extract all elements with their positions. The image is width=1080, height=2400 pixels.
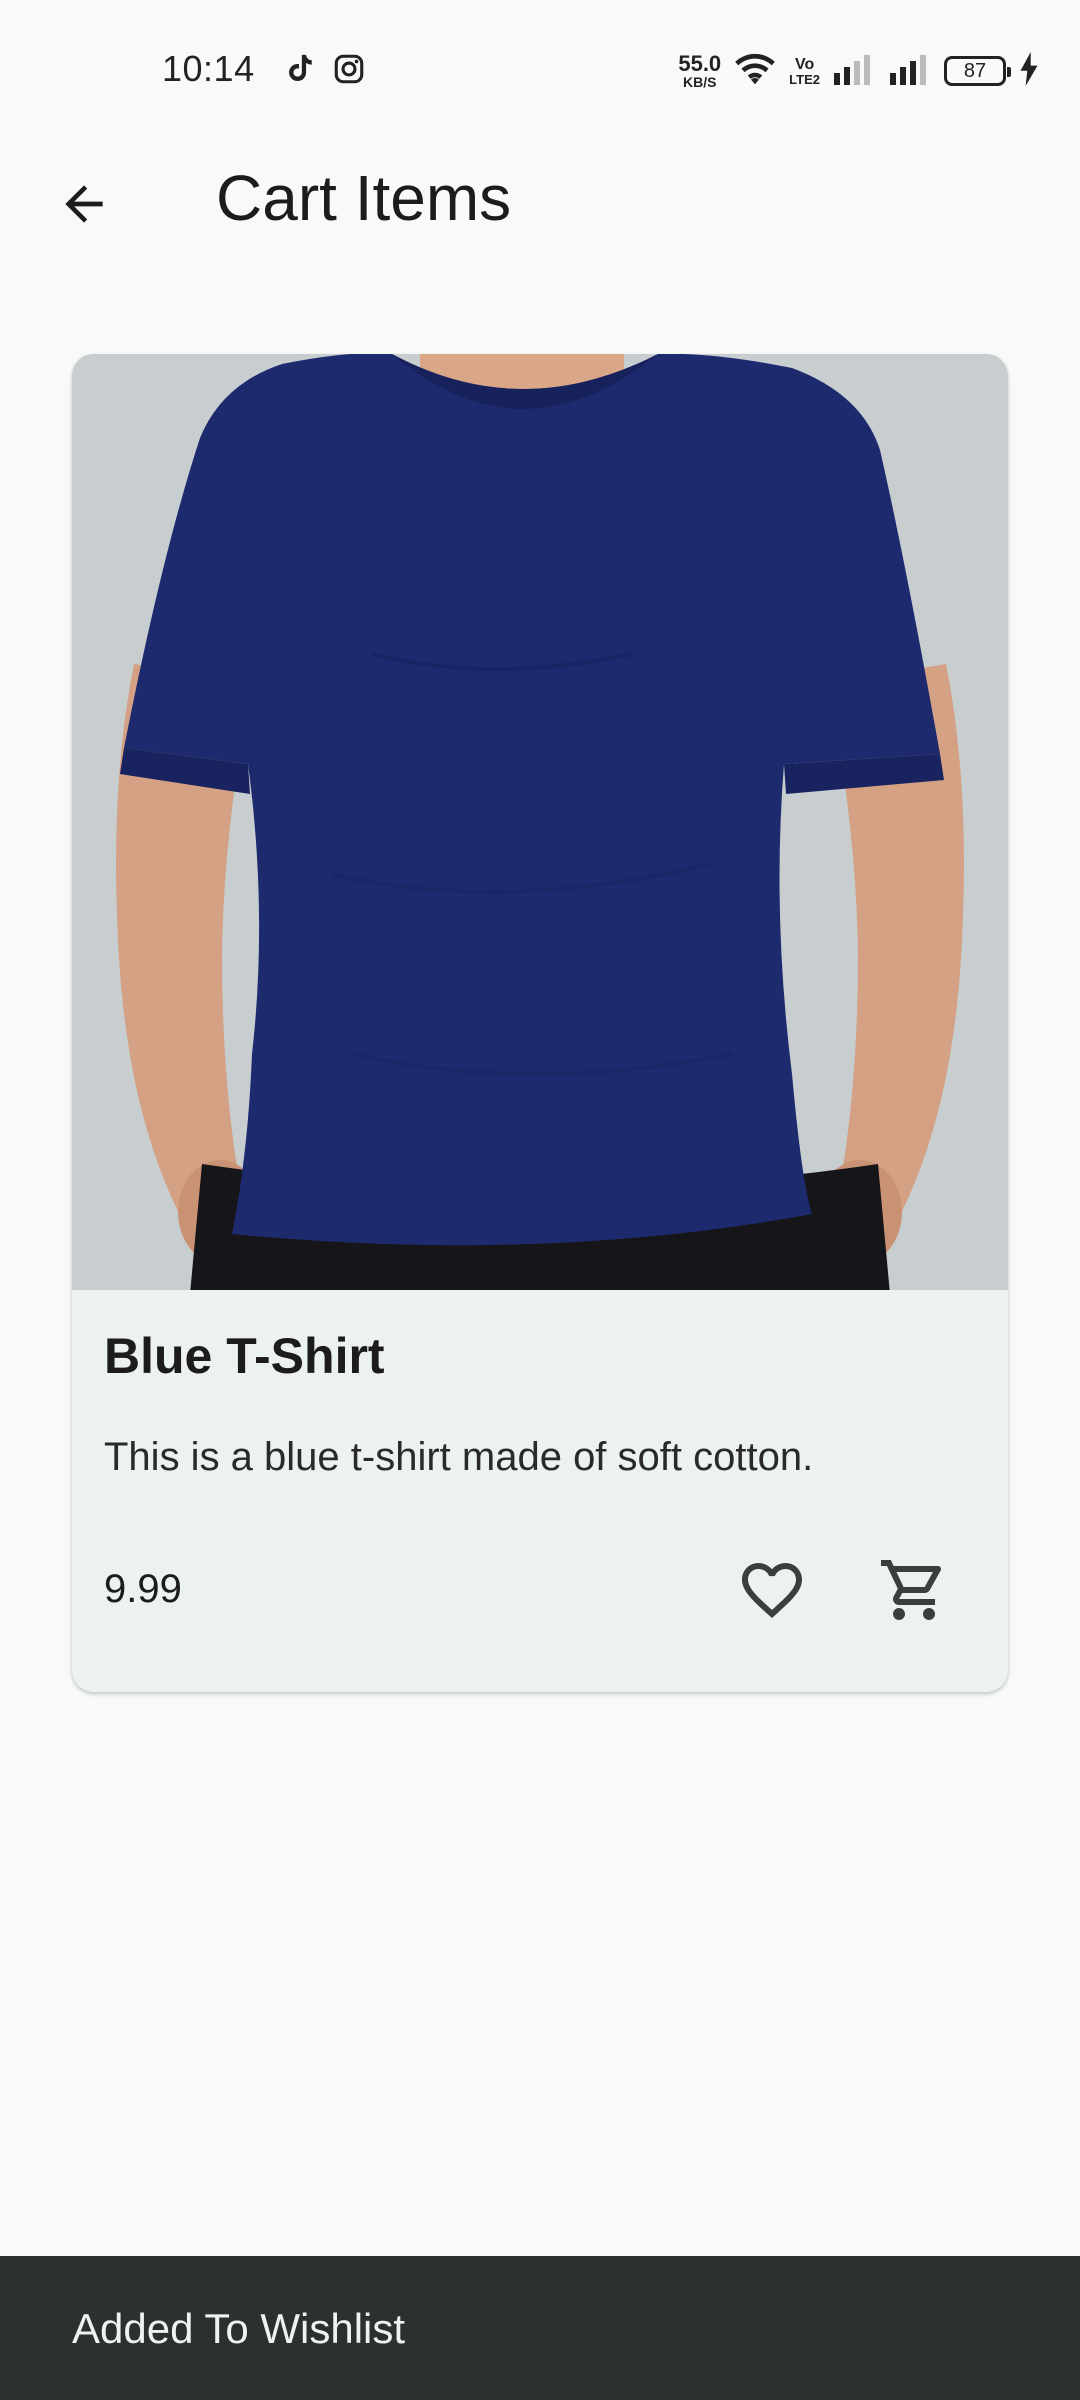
product-card[interactable]: Blue T-Shirt This is a blue t-shirt made… xyxy=(72,354,1008,1692)
arrow-left-icon xyxy=(65,185,103,223)
snackbar-message: Added To Wishlist xyxy=(72,2305,406,2352)
app-bar: Cart Items xyxy=(0,140,1080,260)
status-bar: 10:14 55.0 KB/S Vo LTE2 87 xyxy=(0,0,1080,140)
signal-icon xyxy=(888,53,932,90)
network-speed-unit: KB/S xyxy=(683,74,717,90)
network-speed-value: 55.0 xyxy=(678,51,722,76)
network-speed: 55.0 KB/S xyxy=(678,51,722,90)
product-image xyxy=(72,354,1008,1294)
page-title: Cart Items xyxy=(216,162,512,234)
wishlist-button[interactable] xyxy=(716,1534,828,1646)
product-description: This is a blue t-shirt made of soft cott… xyxy=(104,1435,814,1479)
volte-bottom: LTE2 xyxy=(789,71,820,87)
signal-icon xyxy=(832,53,876,90)
battery-level: 87 xyxy=(963,59,987,82)
tshirt-illustration xyxy=(72,354,1008,1294)
tiktok-icon xyxy=(282,52,316,86)
add-to-cart-button[interactable] xyxy=(858,1534,970,1646)
snackbar: Added To Wishlist xyxy=(0,2256,1080,2400)
shopping-cart-icon xyxy=(881,1560,942,1620)
status-indicators: 55.0 KB/S Vo LTE2 87 xyxy=(678,48,1040,94)
volte-indicator: Vo LTE2 xyxy=(789,55,820,87)
cart-items-screen: 10:14 55.0 KB/S Vo LTE2 87 Cart Items Bl… xyxy=(0,0,1080,2400)
volte-top: Vo xyxy=(794,55,815,73)
instagram-icon xyxy=(332,52,366,86)
back-button[interactable] xyxy=(40,160,128,248)
heart-outline-icon xyxy=(742,1563,802,1619)
battery-indicator: 87 xyxy=(944,56,1011,86)
product-price: 9.99 xyxy=(104,1567,182,1611)
status-time: 10:14 xyxy=(162,48,255,89)
wifi-icon xyxy=(733,51,777,92)
charging-icon xyxy=(1018,51,1040,91)
product-name: Blue T-Shirt xyxy=(104,1328,385,1384)
